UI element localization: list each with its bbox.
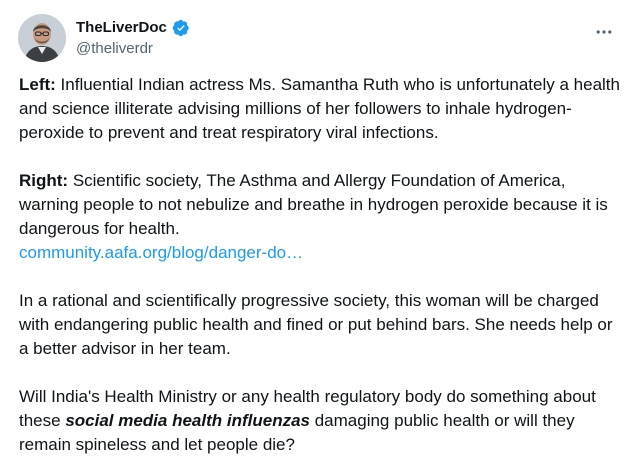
display-name-row: TheLiverDoc xyxy=(76,17,496,39)
paragraph-question: Will India's Health Ministry or any heal… xyxy=(19,385,623,457)
rational-text: In a rational and scientifically progres… xyxy=(19,291,613,358)
left-text: Influential Indian actress Ms. Samantha … xyxy=(19,75,620,142)
tweet-header: TheLiverDoc @theliverdr xyxy=(18,14,622,62)
more-horizontal-icon xyxy=(596,30,612,34)
tweet-card: TheLiverDoc @theliverdr Left: Influentia… xyxy=(0,0,640,476)
paragraph-rational: In a rational and scientifically progres… xyxy=(19,289,623,361)
more-options-button[interactable] xyxy=(590,18,618,46)
right-text: Scientific society, The Asthma and Aller… xyxy=(19,171,608,238)
author-display-name[interactable]: TheLiverDoc xyxy=(76,18,167,38)
paragraph-right: Right: Scientific society, The Asthma an… xyxy=(19,169,623,265)
author-avatar[interactable] xyxy=(18,14,66,62)
left-label: Left: xyxy=(19,75,56,94)
verified-badge-icon xyxy=(172,19,190,37)
right-label: Right: xyxy=(19,171,69,190)
author-handle[interactable]: @theliverdr xyxy=(76,39,496,59)
aafa-link[interactable]: community.aafa.org/blog/danger-do… xyxy=(19,243,303,262)
question-emphasis: social media health influenzas xyxy=(65,411,310,430)
paragraph-left: Left: Influential Indian actress Ms. Sam… xyxy=(19,73,623,145)
tweet-text: Left: Influential Indian actress Ms. Sam… xyxy=(19,73,623,457)
person-avatar-icon xyxy=(18,14,66,62)
author-names: TheLiverDoc @theliverdr xyxy=(76,17,496,59)
